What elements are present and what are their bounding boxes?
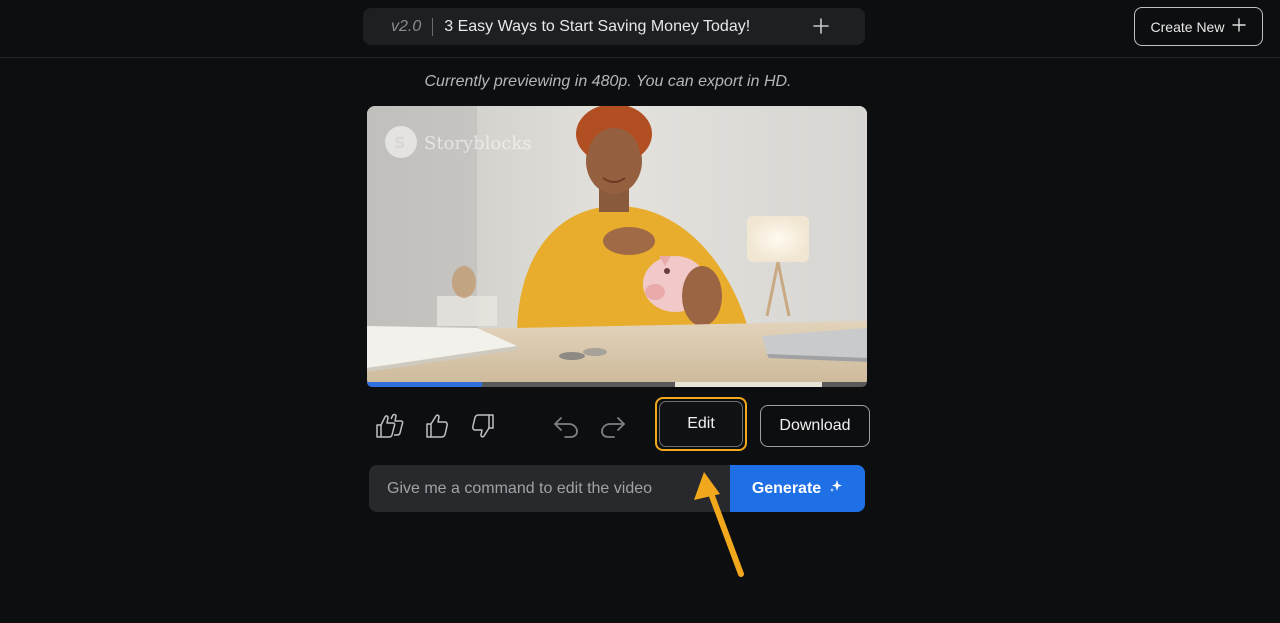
project-title[interactable]: 3 Easy Ways to Start Saving Money Today!	[444, 18, 750, 36]
svg-text:S: S	[394, 133, 406, 152]
create-new-label: Create New	[1150, 18, 1225, 35]
add-title-icon[interactable]	[811, 16, 831, 36]
video-progress-bar[interactable]	[367, 382, 867, 387]
download-button[interactable]: Download	[760, 405, 870, 447]
divider	[432, 17, 434, 36]
generate-label: Generate	[751, 479, 822, 497]
progress-fill	[367, 382, 482, 387]
project-title-bar[interactable]: v2.0 3 Easy Ways to Start Saving Money T…	[363, 8, 865, 45]
annotation-arrow	[694, 472, 744, 577]
undo-icon[interactable]	[551, 411, 581, 441]
plus-icon	[1232, 18, 1247, 35]
edit-button[interactable]: Edit	[659, 401, 743, 447]
top-bar: v2.0 3 Easy Ways to Start Saving Money T…	[0, 0, 1280, 58]
redo-icon[interactable]	[598, 411, 628, 441]
thumbs-down-icon[interactable]	[468, 411, 498, 441]
command-bar: Generate	[369, 465, 865, 512]
preview-note: Currently previewing in 480p. You can ex…	[424, 73, 792, 90]
sparkle-icon	[829, 479, 843, 498]
watermark-text: Storyblocks	[424, 133, 532, 154]
double-thumbs-up-icon[interactable]	[375, 411, 405, 441]
create-new-button[interactable]: Create New	[1134, 7, 1263, 46]
video-preview[interactable]: S Storyblocks	[367, 106, 867, 387]
video-frame-image: S Storyblocks	[367, 106, 867, 387]
thumbs-up-icon[interactable]	[422, 411, 452, 441]
buffered-segment	[674, 382, 822, 387]
command-input[interactable]	[369, 465, 730, 512]
version-label: v2.0	[391, 17, 422, 35]
